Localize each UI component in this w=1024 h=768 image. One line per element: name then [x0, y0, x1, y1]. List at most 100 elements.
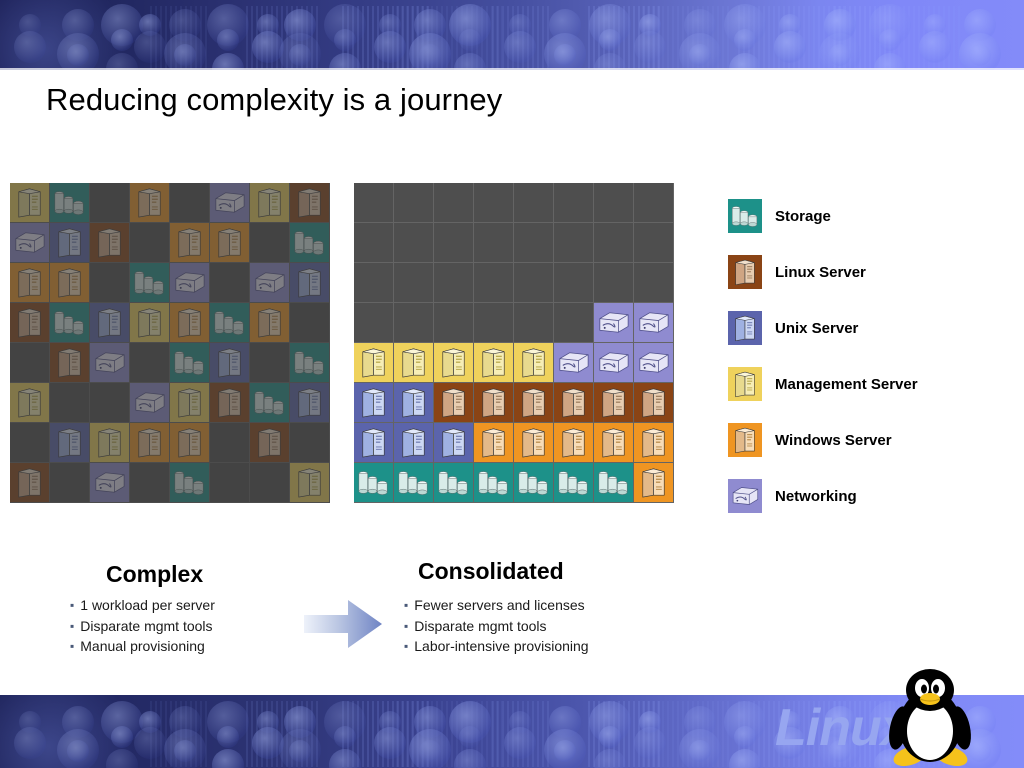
legend-item-networking: Networking — [728, 468, 1018, 524]
grid-cell-empty — [594, 223, 634, 263]
grid-cell-storage — [394, 463, 434, 503]
grid-cell-empty — [10, 423, 50, 463]
grid-cell-unix — [394, 423, 434, 463]
grid-cell-windows — [554, 423, 594, 463]
list-item: ▪ 1 workload per server — [70, 595, 215, 616]
grid-cell-empty — [10, 343, 50, 383]
grid-cell-networking — [90, 463, 130, 503]
server-tower-icon — [728, 367, 762, 401]
list-item: ▪ Disparate mgmt tools — [404, 616, 589, 637]
grid-cell-empty — [354, 263, 394, 303]
grid-cell-networking — [210, 183, 250, 223]
list-item: ▪ Fewer servers and licenses — [404, 595, 589, 616]
grid-cell-networking — [634, 343, 674, 383]
grid-cell-empty — [250, 343, 290, 383]
grid-cell-storage — [290, 343, 330, 383]
legend-item-management: Management Server — [728, 356, 1018, 412]
grid-cell-empty — [514, 263, 554, 303]
grid-cell-empty — [594, 263, 634, 303]
grid-cell-unix — [434, 423, 474, 463]
grid-cell-windows — [474, 423, 514, 463]
grid-cell-management — [10, 183, 50, 223]
legend-item-label: Networking — [775, 487, 857, 505]
grid-cell-empty — [250, 223, 290, 263]
grid-cell-management — [170, 383, 210, 423]
grid-cell-storage — [210, 303, 250, 343]
grid-cell-storage — [354, 463, 394, 503]
legend-item-linux: Linux Server — [728, 244, 1018, 300]
grid-cell-management — [130, 303, 170, 343]
grid-cell-unix — [50, 223, 90, 263]
consolidated-heading: Consolidated — [418, 558, 564, 584]
legend-item-label: Windows Server — [775, 431, 892, 449]
grid-cell-networking — [90, 343, 130, 383]
grid-cell-networking — [130, 383, 170, 423]
grid-cell-empty — [210, 423, 250, 463]
list-item-label: Fewer servers and licenses — [414, 597, 585, 613]
grid-cell-management — [434, 343, 474, 383]
grid-cell-windows — [514, 423, 554, 463]
grid-cell-linux — [594, 383, 634, 423]
grid-cell-empty — [170, 183, 210, 223]
grid-cell-empty — [290, 303, 330, 343]
grid-cell-windows — [130, 183, 170, 223]
grid-cell-empty — [434, 223, 474, 263]
grid-cell-linux — [634, 383, 674, 423]
tux-penguin-logo — [889, 669, 971, 767]
grid-cell-empty — [514, 223, 554, 263]
grid-cell-windows — [634, 463, 674, 503]
grid-cell-unix — [394, 383, 434, 423]
storage-disks-icon — [728, 199, 762, 233]
grid-cell-empty — [90, 183, 130, 223]
grid-cell-storage — [514, 463, 554, 503]
legend-item-storage: Storage — [728, 188, 1018, 244]
grid-cell-windows — [170, 303, 210, 343]
grid-cell-empty — [434, 263, 474, 303]
bullet-marker-icon: ▪ — [70, 618, 75, 633]
grid-cell-linux — [50, 343, 90, 383]
grid-cell-unix — [354, 423, 394, 463]
consolidated-bullet-list: ▪ Fewer servers and licenses ▪ Disparate mg… — [404, 595, 589, 657]
grid-cell-empty — [514, 303, 554, 343]
list-item-label: Disparate mgmt tools — [80, 617, 213, 634]
grid-cell-linux — [474, 383, 514, 423]
consolidated-icon-grid — [354, 183, 674, 503]
list-item: ▪ Labor-intensive provisioning — [404, 636, 589, 657]
grid-cell-empty — [290, 423, 330, 463]
grid-cell-empty — [354, 303, 394, 343]
grid-cell-empty — [394, 183, 434, 223]
grid-cell-linux — [210, 383, 250, 423]
legend-item-label: Storage — [775, 207, 831, 225]
list-item-label: 1 workload per server — [80, 597, 215, 613]
right-arrow-icon — [304, 600, 382, 648]
server-tower-icon — [728, 423, 762, 457]
grid-cell-empty — [250, 463, 290, 503]
grid-cell-empty — [210, 263, 250, 303]
grid-cell-management — [290, 463, 330, 503]
banner-pattern — [0, 0, 1024, 70]
grid-cell-empty — [434, 183, 474, 223]
grid-cell-empty — [434, 303, 474, 343]
bullet-marker-icon: ▪ — [70, 598, 75, 612]
grid-cell-networking — [554, 343, 594, 383]
grid-cell-windows — [130, 423, 170, 463]
legend-item-label: Unix Server — [775, 319, 859, 337]
grid-cell-unix — [354, 383, 394, 423]
grid-cell-empty — [394, 263, 434, 303]
complex-heading: Complex — [106, 561, 204, 587]
grid-cell-linux — [10, 463, 50, 503]
grid-cell-storage — [594, 463, 634, 503]
grid-cell-storage — [474, 463, 514, 503]
grid-cell-windows — [250, 303, 290, 343]
grid-cell-networking — [594, 303, 634, 343]
grid-cell-windows — [594, 423, 634, 463]
list-item-label: Disparate mgmt tools — [414, 617, 547, 634]
grid-cell-empty — [474, 223, 514, 263]
grid-cell-empty — [474, 303, 514, 343]
grid-cell-networking — [250, 263, 290, 303]
grid-cell-empty — [554, 303, 594, 343]
grid-cell-empty — [594, 183, 634, 223]
grid-cell-empty — [634, 223, 674, 263]
list-item-label: Manual provisioning — [80, 638, 205, 654]
grid-cell-storage — [50, 183, 90, 223]
